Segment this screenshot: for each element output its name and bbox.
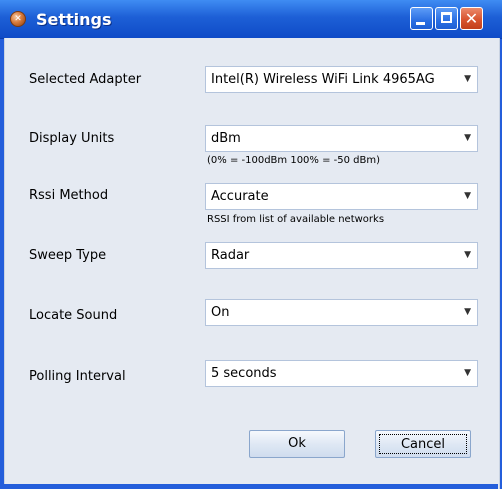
maximize-button[interactable]: [435, 7, 458, 30]
selected-adapter-label: Selected Adapter: [29, 72, 142, 87]
cancel-button-label: Cancel: [379, 434, 467, 454]
chevron-down-icon: ▼: [464, 133, 471, 143]
chevron-down-icon: ▼: [464, 368, 471, 378]
selected-adapter-value: Intel(R) Wireless WiFi Link 4965AG: [211, 72, 435, 87]
locate-sound-dropdown[interactable]: On ▼: [205, 299, 478, 326]
polling-interval-value: 5 seconds: [211, 366, 277, 381]
rssi-method-label: Rssi Method: [29, 188, 109, 203]
selected-adapter-dropdown[interactable]: Intel(R) Wireless WiFi Link 4965AG ▼: [205, 66, 478, 93]
polling-interval-dropdown[interactable]: 5 seconds ▼: [205, 360, 478, 387]
settings-window: ✕ Settings ✕ Selected Adapter Intel(R) W…: [0, 0, 502, 489]
locate-sound-value: On: [211, 305, 230, 320]
maximize-icon: [441, 12, 452, 23]
close-button[interactable]: ✕: [460, 7, 483, 30]
window-bottom-border: [4, 484, 498, 489]
window-title: Settings: [36, 10, 112, 29]
settings-form: Selected Adapter Intel(R) Wireless WiFi …: [4, 38, 500, 489]
ok-button[interactable]: Ok: [249, 430, 345, 458]
chevron-down-icon: ▼: [464, 191, 471, 201]
display-units-value: dBm: [211, 131, 241, 146]
sweep-type-value: Radar: [211, 248, 250, 263]
minimize-icon: [416, 22, 425, 25]
title-bar[interactable]: ✕ Settings ✕: [0, 0, 502, 39]
cancel-button[interactable]: Cancel: [375, 430, 471, 458]
display-units-hint: (0% = -100dBm 100% = -50 dBm): [207, 155, 381, 166]
chevron-down-icon: ▼: [464, 250, 471, 260]
rssi-method-value: Accurate: [211, 189, 269, 204]
rssi-method-dropdown[interactable]: Accurate ▼: [205, 183, 478, 210]
minimize-button[interactable]: [410, 7, 433, 30]
polling-interval-label: Polling Interval: [29, 369, 126, 384]
close-icon: ✕: [464, 9, 479, 28]
app-icon[interactable]: ✕: [10, 11, 26, 27]
sweep-type-label: Sweep Type: [29, 248, 107, 263]
locate-sound-label: Locate Sound: [29, 308, 118, 323]
sweep-type-dropdown[interactable]: Radar ▼: [205, 242, 478, 269]
chevron-down-icon: ▼: [464, 74, 471, 84]
chevron-down-icon: ▼: [464, 307, 471, 317]
display-units-dropdown[interactable]: dBm ▼: [205, 125, 478, 152]
rssi-method-hint: RSSI from list of available networks: [207, 214, 385, 225]
display-units-label: Display Units: [29, 131, 115, 146]
